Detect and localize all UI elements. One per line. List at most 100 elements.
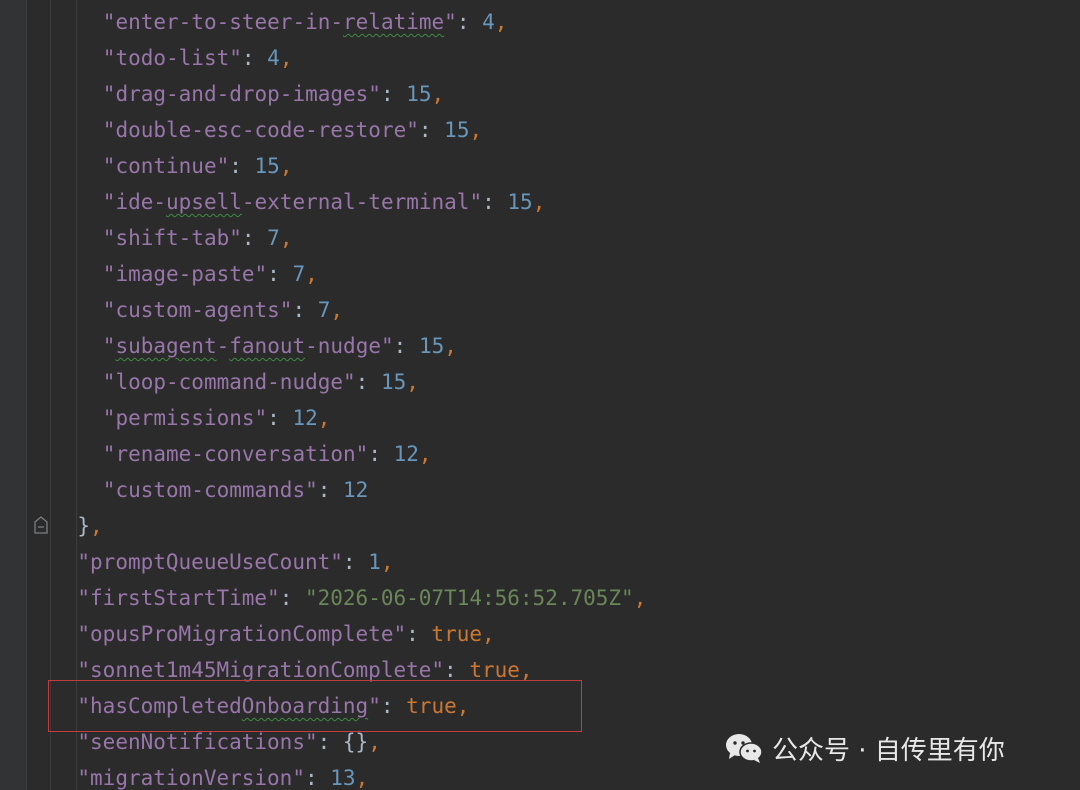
colon: : (355, 370, 381, 394)
code-line: "custom-agents": 7, (103, 292, 343, 328)
json-key: "custom-commands" (102, 478, 318, 502)
json-value: {} (342, 730, 369, 754)
fold-icon[interactable] (34, 516, 48, 534)
colon: : (241, 46, 268, 70)
code-line: "drag-and-drop-images": 15, (103, 76, 444, 112)
json-key: "firstStartTime" (77, 586, 280, 610)
json-key: "seenNotifications" (77, 730, 318, 754)
editor-gutter (0, 0, 27, 790)
colon: : (368, 442, 394, 466)
json-key: "shift-tab" (102, 226, 242, 250)
code-line: }, (77, 508, 102, 544)
colon: : (304, 766, 331, 790)
colon: : (317, 730, 343, 754)
json-value: 15 (406, 82, 432, 106)
colon: : (241, 226, 268, 250)
json-key: "sonnet1m45MigrationComplete" (77, 658, 445, 682)
trailing-comma: , (330, 298, 344, 322)
json-value: 1 (368, 550, 381, 574)
json-value: 7 (267, 226, 280, 250)
colon: : (292, 298, 318, 322)
trailing-comma: , (633, 586, 647, 610)
trailing-comma: , (431, 82, 445, 106)
json-value: "2026-06-07T14:56:52.705Z" (304, 586, 634, 610)
json-value: 15 (507, 190, 533, 214)
code-line: "continue": 15, (103, 148, 293, 184)
json-key: "rename-conversation" (102, 442, 369, 466)
trailing-comma: , (532, 190, 546, 214)
code-line: "todo-list": 4, (103, 40, 293, 76)
colon: : (418, 118, 445, 142)
json-key: "opusProMigrationComplete" (77, 622, 407, 646)
json-key: "migrationVersion" (77, 766, 305, 790)
trailing-comma: , (380, 550, 394, 574)
colon: : (380, 82, 407, 106)
json-key: "loop-command-nudge" (102, 370, 356, 394)
json-value: 4 (267, 46, 280, 70)
json-value: true (431, 622, 482, 646)
watermark-label: 公众号 · 自传里有你 (772, 735, 1005, 766)
json-value: 12 (393, 442, 419, 466)
code-editor[interactable]: "enter-to-steer-in-relatime": 4, "todo-li… (0, 0, 1080, 790)
json-value: 12 (292, 406, 318, 430)
trailing-comma: , (469, 118, 483, 142)
json-value: true (469, 658, 520, 682)
json-key: "ide-upsell-external-terminal" (102, 190, 483, 214)
json-key: "continue" (102, 154, 230, 178)
colon: : (279, 586, 305, 610)
code-line: "promptQueueUseCount": 1, (77, 544, 393, 580)
trailing-comma: , (482, 622, 495, 646)
trailing-comma: , (305, 262, 318, 286)
json-value: 7 (292, 262, 306, 286)
code-line: "loop-command-nudge": 15, (103, 364, 419, 400)
colon: : (393, 334, 419, 358)
colon: : (342, 550, 369, 574)
trailing-comma: , (494, 10, 508, 34)
json-value: 15 (444, 118, 470, 142)
colon: : (482, 190, 508, 214)
code-line: "rename-conversation": 12, (103, 436, 432, 472)
json-value: 12 (343, 478, 369, 502)
trailing-comma: , (406, 370, 419, 394)
indent-guide (50, 0, 51, 790)
json-key: "promptQueueUseCount" (77, 550, 343, 574)
code-line: "firstStartTime": "2026-06-07T14:56:52.7… (77, 580, 646, 616)
json-key: "permissions" (102, 406, 268, 430)
trailing-comma: , (279, 46, 293, 70)
highlight-box (48, 680, 582, 732)
json-value: 13 (330, 766, 356, 790)
colon: : (456, 10, 483, 34)
json-key: "double-esc-code-restore" (102, 118, 419, 142)
code-line: "opusProMigrationComplete": true, (77, 616, 494, 652)
trailing-comma: , (90, 514, 103, 538)
code-line: "image-paste": 7, (103, 256, 318, 292)
json-key: "image-paste" (102, 262, 268, 286)
trailing-comma: , (368, 730, 381, 754)
colon: : (317, 478, 344, 502)
json-value: 15 (380, 370, 407, 394)
json-value: 15 (254, 154, 280, 178)
json-key: "todo-list" (102, 46, 242, 70)
colon: : (267, 262, 293, 286)
json-value: 7 (317, 298, 331, 322)
colon: : (229, 154, 255, 178)
code-line: "enter-to-steer-in-relatime": 4, (103, 4, 508, 40)
colon: : (267, 406, 293, 430)
colon: : (406, 622, 432, 646)
trailing-comma: , (418, 442, 432, 466)
json-key: "enter-to-steer-in-relatime" (102, 10, 457, 34)
json-key: "drag-and-drop-images" (102, 82, 381, 106)
json-value: } (77, 514, 91, 538)
code-line: "custom-commands": 12 (103, 472, 369, 508)
code-line: "ide-upsell-external-terminal": 15, (103, 184, 546, 220)
trailing-comma: , (444, 334, 457, 358)
trailing-comma: , (519, 658, 533, 682)
trailing-comma: , (279, 154, 293, 178)
code-line: "permissions": 12, (103, 400, 331, 436)
json-value: 4 (482, 10, 495, 34)
trailing-comma: , (317, 406, 331, 430)
code-line: "double-esc-code-restore": 15, (103, 112, 482, 148)
code-line: "subagent-fanout-nudge": 15, (103, 328, 457, 364)
wechat-icon (726, 734, 763, 763)
trailing-comma: , (279, 226, 293, 250)
